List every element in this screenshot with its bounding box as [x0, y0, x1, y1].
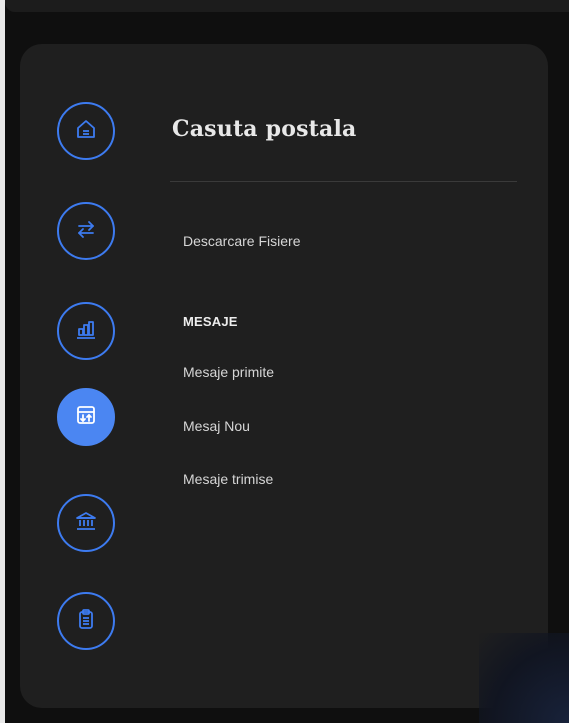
page-title: Casuta postala	[172, 116, 357, 142]
menu-item-new-message[interactable]: Mesaj Nou	[183, 418, 250, 434]
rail-button-home[interactable]	[57, 102, 115, 160]
rail-button-transfer[interactable]	[57, 202, 115, 260]
home-icon	[74, 117, 98, 146]
window-edge	[0, 0, 5, 723]
menu-item-sent-messages[interactable]: Mesaje trimise	[183, 471, 273, 487]
rail-button-clipboard[interactable]	[57, 592, 115, 650]
bank-icon	[74, 509, 98, 538]
title-divider	[170, 181, 517, 182]
transfer-icon	[74, 217, 98, 246]
clipboard-icon	[74, 607, 98, 636]
menu-item-download-files[interactable]: Descarcare Fisiere	[183, 233, 300, 249]
rail-button-mailbox[interactable]	[57, 388, 115, 446]
inbox-transfer-icon	[74, 403, 98, 432]
background-glow	[479, 633, 569, 723]
menu-item-received-messages[interactable]: Mesaje primite	[183, 364, 274, 380]
top-bar	[5, 0, 569, 12]
rail-button-bank[interactable]	[57, 494, 115, 552]
messages-section-heading: MESAJE	[183, 314, 238, 329]
rail-button-reports[interactable]	[57, 302, 115, 360]
page: Casuta postala Descarcare Fisiere MESAJE…	[0, 0, 569, 723]
chart-icon	[74, 317, 98, 346]
